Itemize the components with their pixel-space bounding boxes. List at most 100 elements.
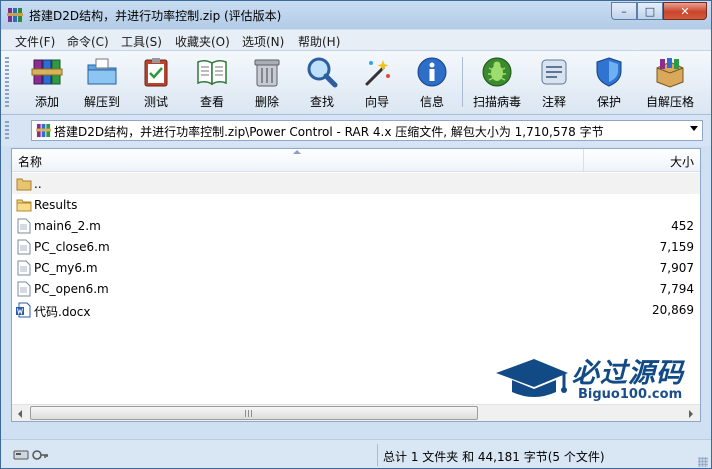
watermark-text: 必过源码	[572, 358, 684, 389]
file-icon	[17, 218, 31, 234]
archive-icon	[36, 123, 51, 138]
graduation-cap-icon	[496, 359, 568, 397]
window-controls: – □ ✕	[611, 2, 707, 21]
list-item[interactable]: PC_close6.m 7,159	[12, 236, 700, 257]
file-size: 7,907	[659, 261, 694, 275]
file-size: 7,159	[659, 240, 694, 254]
horizontal-scrollbar[interactable]	[12, 404, 700, 421]
status-text: 总计 1 文件夹 和 44,181 字节(5 个文件)	[383, 450, 605, 464]
scan-virus-button[interactable]: 扫描病毒	[473, 53, 521, 111]
file-name: Results	[34, 198, 78, 212]
folder-up-icon	[16, 178, 32, 191]
sfx-box-icon	[656, 58, 684, 88]
file-name: main6_2.m	[34, 219, 101, 233]
menu-file[interactable]: 文件(F)	[15, 33, 55, 50]
menu-tools[interactable]: 工具(S)	[121, 33, 162, 50]
address-path: 搭建D2D结构，并进行功率控制.zip\Power Control - RAR …	[54, 125, 604, 139]
word-doc-icon	[16, 302, 31, 318]
test-button[interactable]: 测试	[132, 53, 180, 111]
column-name-header[interactable]: 名称	[18, 153, 42, 170]
window-title: 搭建D2D结构，并进行功率控制.zip (评估版本)	[29, 9, 282, 23]
add-button[interactable]: 添加	[23, 53, 71, 111]
sfx-button[interactable]: 自解压格	[646, 53, 694, 111]
scrollbar-thumb[interactable]	[30, 406, 478, 420]
menu-command[interactable]: 命令(C)	[67, 33, 109, 50]
status-divider	[377, 444, 378, 466]
close-button[interactable]: ✕	[663, 2, 707, 20]
menu-favorites[interactable]: 收藏夹(O)	[175, 33, 230, 50]
watermark-url: Biguo100.com	[578, 387, 683, 402]
column-divider[interactable]	[583, 149, 584, 171]
menu-bar: 文件(F) 命令(C) 工具(S) 收藏夹(O) 选项(N) 帮助(H)	[1, 30, 711, 51]
comment-icon	[541, 59, 567, 85]
winrar-app-icon[interactable]	[7, 7, 23, 23]
find-button[interactable]: 查找	[298, 53, 346, 111]
menu-options[interactable]: 选项(N)	[242, 33, 284, 50]
list-item[interactable]: Results	[12, 194, 700, 215]
resize-grip[interactable]	[698, 457, 708, 467]
file-size: 20,869	[652, 303, 694, 317]
winrar-window: 搭建D2D结构，并进行功率控制.zip (评估版本) – □ ✕ 文件(F) 命…	[0, 0, 712, 469]
scroll-left-button[interactable]	[13, 406, 29, 421]
file-name: PC_close6.m	[34, 240, 110, 254]
view-book-icon	[197, 59, 227, 86]
arrow-right-icon	[689, 410, 693, 418]
arrow-left-icon	[18, 410, 22, 418]
file-name: ..	[34, 177, 42, 191]
magnifier-icon	[307, 57, 338, 88]
chevron-down-icon[interactable]	[690, 126, 698, 131]
toolbar: 添加 解压到 测试 查看 删除 查找 向导 信息 扫描病毒 注释 保护 自解压格	[1, 51, 711, 115]
watermark: 必过源码 Biguo100.com	[490, 349, 700, 409]
minimize-button[interactable]: –	[611, 2, 637, 20]
view-button[interactable]: 查看	[188, 53, 236, 111]
toolbar-grip[interactable]	[5, 57, 9, 109]
file-list: 名称 大小 .. Results main6_2.m 452 PC_close6…	[11, 148, 701, 422]
list-header: 名称 大小	[12, 149, 700, 172]
title-bar[interactable]: 搭建D2D结构，并进行功率控制.zip (评估版本) – □ ✕	[1, 1, 711, 29]
list-item[interactable]: ..	[12, 173, 700, 194]
maximize-button[interactable]: □	[637, 2, 663, 20]
file-name: PC_my6.m	[34, 261, 98, 275]
minimize-icon: –	[621, 4, 627, 18]
drive-key-icon[interactable]	[13, 448, 49, 462]
shield-icon	[596, 57, 622, 87]
file-size: 452	[671, 219, 694, 233]
menu-help[interactable]: 帮助(H)	[298, 33, 340, 50]
address-grip[interactable]	[5, 121, 9, 141]
list-item[interactable]: PC_open6.m 7,794	[12, 278, 700, 299]
trash-icon	[254, 59, 280, 87]
thumb-grip	[245, 410, 253, 417]
file-name: 代码.docx	[34, 305, 91, 319]
file-name: PC_open6.m	[34, 282, 109, 296]
file-icon	[17, 260, 31, 276]
maximize-icon: □	[644, 4, 656, 18]
list-item[interactable]: PC_my6.m 7,907	[12, 257, 700, 278]
info-button[interactable]: 信息	[408, 53, 456, 111]
test-clipboard-icon	[144, 58, 168, 87]
address-bar: 搭建D2D结构，并进行功率控制.zip\Power Control - RAR …	[1, 115, 711, 146]
close-icon: ✕	[680, 4, 690, 18]
extract-to-button[interactable]: 解压到	[78, 53, 126, 111]
delete-button[interactable]: 删除	[243, 53, 291, 111]
protect-label: 保护	[596, 95, 621, 109]
file-size: 7,794	[659, 282, 694, 296]
add-books-icon	[31, 59, 63, 85]
address-field[interactable]: 搭建D2D结构，并进行功率控制.zip\Power Control - RAR …	[31, 120, 703, 141]
column-size-header[interactable]: 大小	[670, 153, 694, 170]
wizard-button[interactable]: 向导	[353, 53, 401, 111]
virus-bug-icon	[482, 57, 512, 87]
file-icon	[17, 281, 31, 297]
info-label: 信息	[419, 95, 444, 109]
wizard-wand-icon	[365, 60, 390, 86]
sfx-label: 自解压格	[645, 95, 694, 109]
status-bar: 总计 1 文件夹 和 44,181 字节(5 个文件)	[1, 439, 711, 468]
info-icon	[417, 57, 447, 87]
list-item[interactable]: 代码.docx 20,869	[12, 299, 700, 320]
folder-icon	[16, 199, 32, 212]
scroll-right-button[interactable]	[683, 406, 699, 421]
sort-ascending-icon	[293, 150, 301, 154]
extract-folder-icon	[87, 58, 117, 85]
list-item[interactable]: main6_2.m 452	[12, 215, 700, 236]
comment-button[interactable]: 注释	[530, 53, 578, 111]
protect-button[interactable]: 保护	[585, 53, 633, 111]
